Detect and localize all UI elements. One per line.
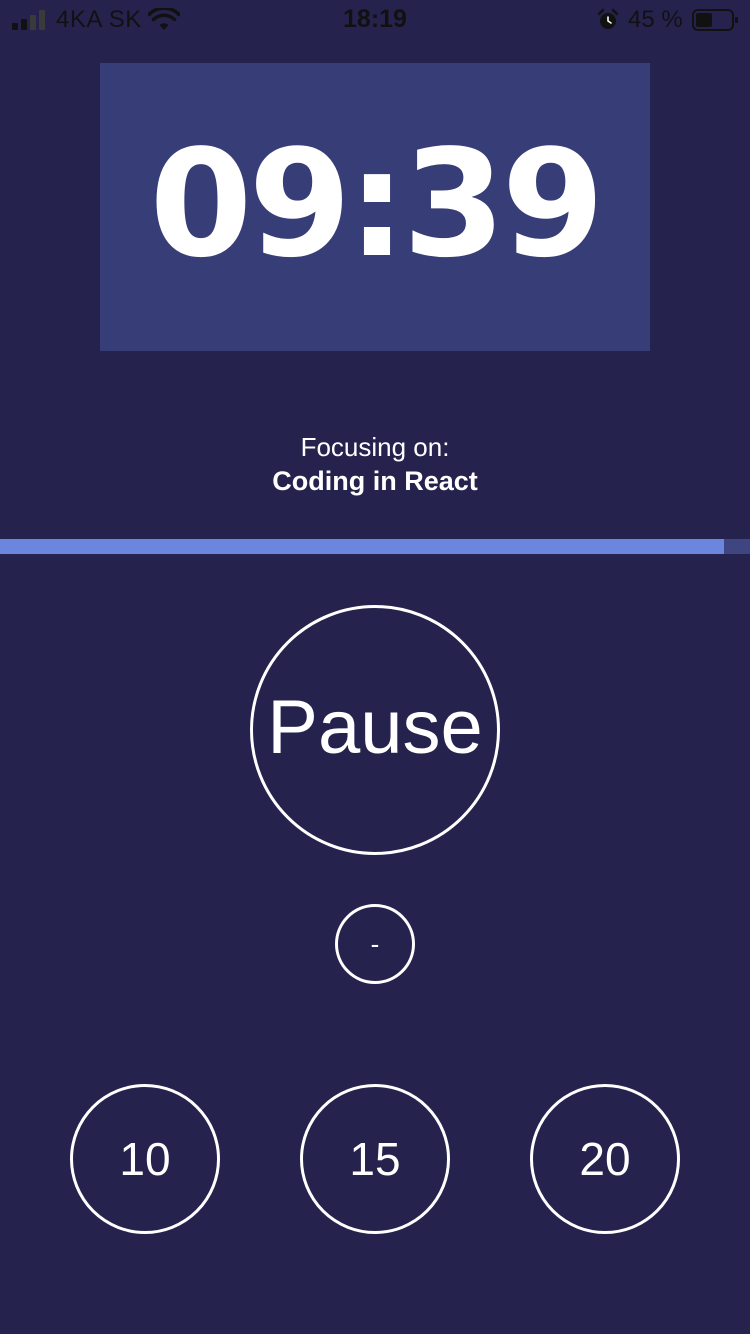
preset-label: 10	[119, 1133, 171, 1185]
progress-bar-fill	[0, 539, 724, 554]
preset-10-minutes-button[interactable]: 10	[70, 1084, 220, 1234]
focus-label: Focusing on:	[300, 432, 450, 462]
decrease-time-button[interactable]: -	[335, 904, 415, 984]
timer-display: 09:39	[100, 63, 650, 351]
battery-icon	[692, 9, 738, 31]
decrease-time-label: -	[370, 928, 380, 959]
progress-bar	[0, 539, 750, 554]
battery-percent: 45 %	[628, 6, 683, 33]
pause-button-label: Pause	[267, 684, 483, 770]
preset-15-minutes-button[interactable]: 15	[300, 1084, 450, 1234]
countdown-time: 09:39	[149, 118, 604, 290]
alarm-icon	[597, 8, 619, 29]
preset-20-minutes-button[interactable]: 20	[530, 1084, 680, 1234]
focus-subject: Coding in React	[272, 466, 478, 496]
preset-label: 20	[579, 1133, 631, 1185]
pause-button[interactable]: Pause	[250, 605, 500, 855]
status-bar: 4KA SK 18:19 45 %	[0, 0, 750, 40]
preset-label: 15	[349, 1133, 401, 1185]
